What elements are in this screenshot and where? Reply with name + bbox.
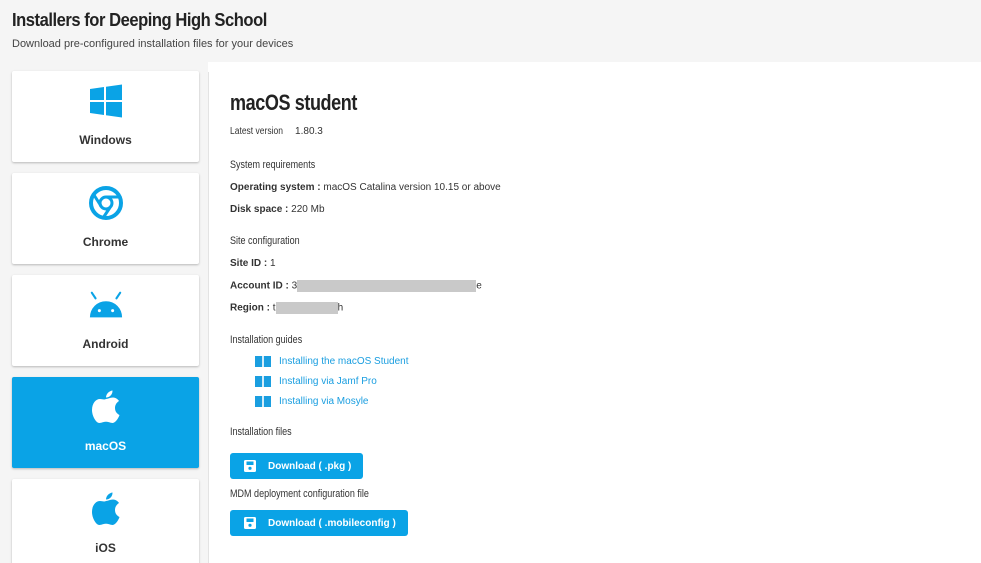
sidebar-item-macos[interactable]: macOS [12,377,199,468]
site-configuration-heading: Site configuration [230,235,300,247]
os-value: macOS Catalina version 10.15 or above [323,182,501,193]
sidebar-item-label: Windows [79,133,132,147]
redacted-account-id [297,280,477,292]
book-icon [255,356,271,367]
sidebar-item-chrome[interactable]: Chrome [12,173,199,264]
book-icon [255,376,271,387]
site-id-row: Site ID : 1 [230,258,276,269]
disk-space-value: 220 Mb [291,204,325,215]
save-icon [244,517,256,529]
platform-sidebar: Windows Chrome Android macOS iOS [0,62,208,563]
download-mobileconfig-button[interactable]: Download ( .mobileconfig ) [230,510,408,536]
os-label: Operating system : [230,182,321,193]
account-id-row: Account ID : 3e [230,280,482,292]
chrome-icon [88,185,124,221]
sidebar-item-ios[interactable]: iOS [12,479,199,563]
sidebar-item-windows[interactable]: Windows [12,71,199,162]
sidebar-item-android[interactable]: Android [12,275,199,366]
installer-details: macOS student Latest version 1.80.3 Syst… [208,72,981,563]
latest-version-label: Latest version [230,126,283,137]
download-pkg-button[interactable]: Download ( .pkg ) [230,453,364,479]
redacted-region [275,302,338,314]
installation-files-heading: Installation files [230,426,292,438]
sidebar-item-label: macOS [84,439,127,453]
page-subtitle: Download pre-configured installation fil… [12,38,294,50]
region-row: Region : th [230,302,343,314]
windows-icon [88,83,124,119]
sidebar-item-label: Chrome [82,235,129,249]
region-suffix: h [337,302,344,314]
region-label: Region : [230,302,270,314]
account-id-label: Account ID : [230,280,289,292]
book-icon [255,396,271,407]
guide-link-label: Installing the macOS Student [279,356,409,368]
installation-guides-heading: Installation guides [230,334,303,346]
system-requirements-heading: System requirements [230,159,316,171]
apple-icon [88,491,124,527]
page-header: Installers for Deeping High School Downl… [0,0,981,62]
download-mobileconfig-label: Download ( .mobileconfig ) [268,517,396,529]
android-icon [88,287,124,323]
guide-link-mosyle[interactable]: Installing via Mosyle [255,396,368,407]
account-id-suffix: e [476,280,482,292]
disk-space-label: Disk space : [230,204,289,215]
sidebar-item-label: Android [82,337,129,351]
disk-space-row: Disk space : 220 Mb [230,204,325,215]
guide-link-jamf-pro[interactable]: Installing via Jamf Pro [255,376,377,387]
os-requirement-row: Operating system : macOS Catalina versio… [230,182,501,193]
product-title: macOS student [230,90,357,115]
sidebar-item-label: iOS [95,541,116,555]
download-pkg-label: Download ( .pkg ) [268,460,352,472]
mdm-heading: MDM deployment configuration file [230,488,369,500]
guide-link-label: Installing via Mosyle [279,396,369,408]
guide-link-macos-student[interactable]: Installing the macOS Student [255,356,409,367]
page-title: Installers for Deeping High School [12,10,267,30]
latest-version-value: 1.80.3 [295,126,323,137]
apple-icon [88,389,124,425]
save-icon [244,460,256,472]
guide-link-label: Installing via Jamf Pro [279,376,377,388]
site-id-value: 1 [270,258,276,269]
site-id-label: Site ID : [230,258,268,269]
latest-version-row: Latest version 1.80.3 [230,126,323,137]
